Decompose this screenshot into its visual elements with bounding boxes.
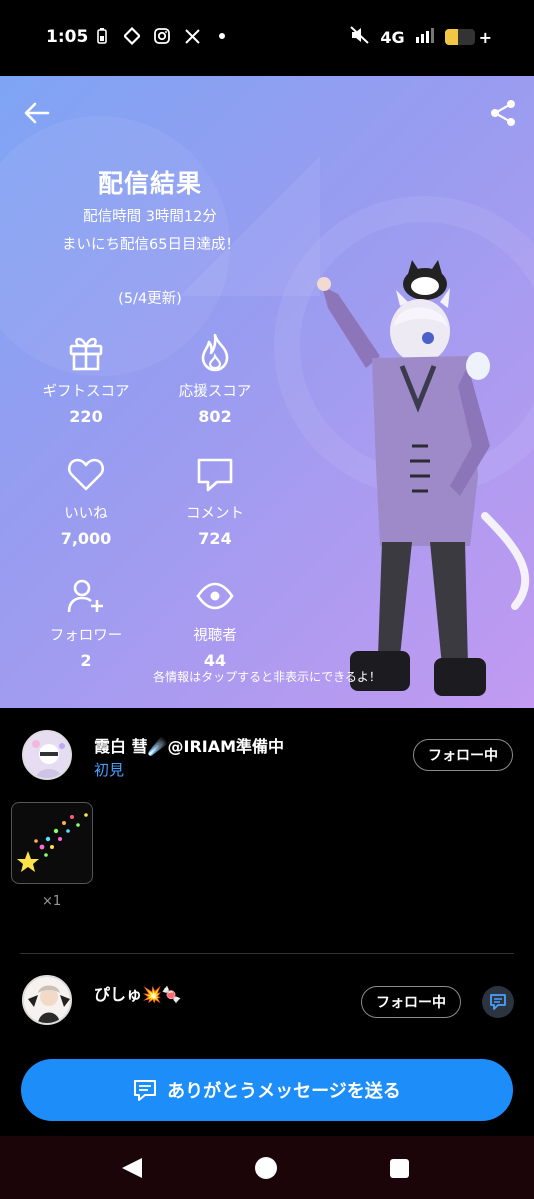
stat-gift-score[interactable]: ギフトスコア 220 [16,332,156,426]
stream-result-hero: 配信結果 配信時間 3時間12分 まいにち配信65日目達成！ (5/4更新) ギ… [0,76,534,708]
nav-back-icon[interactable] [122,1158,142,1178]
updated-date: (5/4更新) [118,291,182,307]
stat-likes[interactable]: いいね 7,000 [16,454,156,548]
tap-to-hide-hint: 各情報はタップすると非表示にできるよ！ [153,670,381,684]
network-type-label: 4G [380,27,405,47]
comment-icon [197,458,233,492]
avatar-character-illustration [317,260,530,696]
following-button[interactable]: フォロー中 [361,986,461,1018]
first-visit-tag: 初見 [94,761,125,779]
signal-icon [415,27,435,47]
stat-value: 7,000 [60,529,112,548]
stat-label: 視聴者 [193,628,237,644]
charging-plus-icon: + [478,27,492,47]
chat-icon [490,994,506,1010]
gift-icon [69,337,103,371]
avatar[interactable] [22,730,72,780]
avatar-image [24,977,70,1023]
stat-label: コメント [186,506,244,522]
flame-icon [201,333,229,372]
mute-icon [350,26,370,48]
stat-support-score[interactable]: 応援スコア 802 [145,332,285,426]
instagram-icon [154,27,170,45]
share-icon [491,100,515,126]
message-icon [134,1080,157,1101]
stat-label: フォロワー [49,628,123,644]
daily-streak-message: まいにち配信65日目達成！ [62,237,240,253]
stream-duration: 配信時間 3時間12分 [83,209,217,225]
page-title: 配信結果 [97,169,202,198]
battery-level-fill [444,29,459,45]
message-button[interactable] [482,986,514,1018]
stat-followers[interactable]: フォロワー 2 [16,576,156,670]
send-thanks-label: ありがとうメッセージを送る [167,1081,401,1102]
supporter-name[interactable]: 霞白 彗☄️@IRIAM準備中 [94,733,284,757]
gift-count: ×1 [42,894,62,909]
status-bar: 1:05 4G + [0,0,534,76]
back-button[interactable] [22,98,52,128]
shooting-star-gift-icon [17,813,88,872]
system-navigation-bar [0,1136,534,1199]
eye-icon [196,582,234,610]
stat-value: 724 [198,529,232,548]
heart-icon [67,458,105,491]
system-icons: 4G + [350,26,492,48]
following-button[interactable]: フォロー中 [413,739,513,771]
send-thanks-message-button[interactable]: ありがとうメッセージを送る [21,1059,513,1121]
avatar[interactable] [22,975,72,1025]
battery-icon [444,29,475,45]
user-plus-icon [67,579,103,613]
stat-value: 802 [198,407,232,426]
stat-viewers[interactable]: 視聴者 44 [145,576,285,670]
share-button[interactable] [488,98,518,128]
arrow-left-icon [24,102,50,124]
nav-home-icon[interactable] [255,1157,277,1179]
x-logo-icon [184,27,200,45]
stat-label: 応援スコア [178,384,252,400]
supporter-name[interactable]: ぴしゅ💥🍬 [94,981,182,1005]
status-time: 1:05 [46,27,89,47]
avatar-image [24,732,70,778]
more-notifications-dot-icon [214,27,230,45]
stat-label: いいね [64,506,108,522]
battery-saver-icon [94,27,110,45]
divider [20,953,514,954]
notification-icons [94,27,230,45]
stat-value: 220 [69,407,103,426]
gift-item-card[interactable] [11,802,93,884]
nav-recents-icon[interactable] [390,1159,409,1178]
stat-label: ギフトスコア [42,384,130,400]
app-notification-icon [124,27,140,45]
stat-comments[interactable]: コメント 724 [145,454,285,548]
